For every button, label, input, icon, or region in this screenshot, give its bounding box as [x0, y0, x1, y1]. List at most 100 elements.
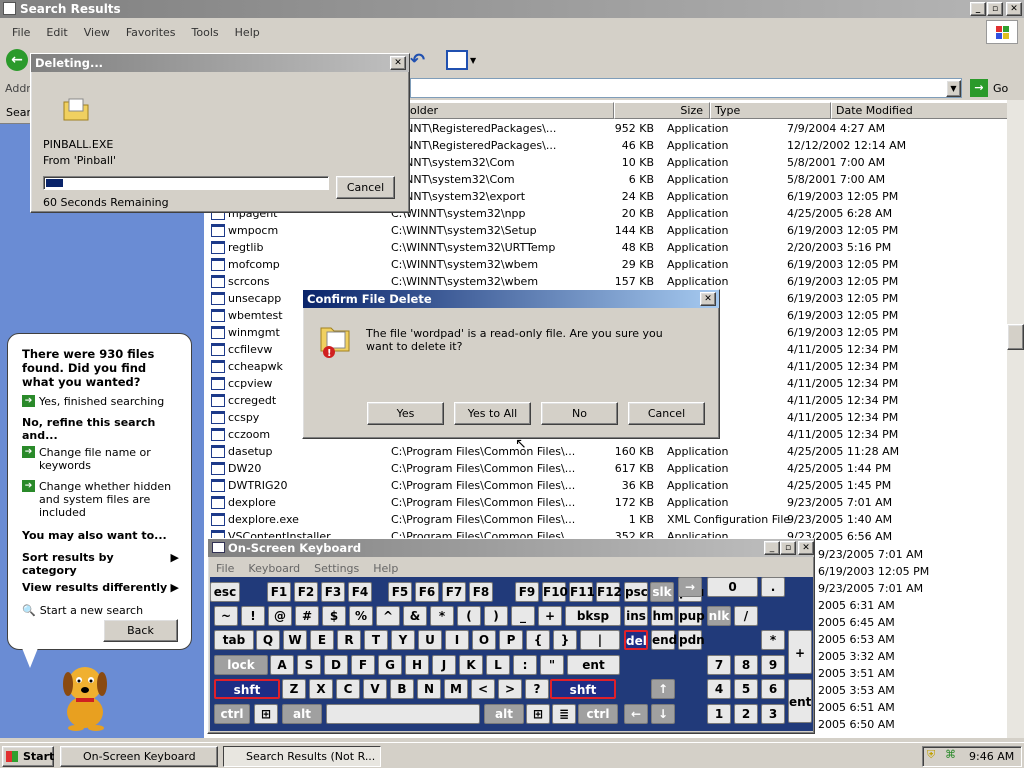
key-hm[interactable]: hm	[651, 606, 675, 626]
maximize-button[interactable]: ▫	[987, 2, 1003, 16]
key-5[interactable]: 5	[734, 679, 758, 699]
key-←[interactable]: ←	[624, 704, 648, 724]
key-F8[interactable]: F8	[469, 582, 493, 602]
key-:[interactable]: :	[513, 655, 537, 675]
key-%[interactable]: %	[349, 606, 373, 626]
key-0[interactable]: 0	[707, 577, 758, 597]
network-icon[interactable]: ⌘	[945, 748, 956, 761]
key-numpad-plus[interactable]: +	[788, 630, 812, 674]
key-numpad-enter[interactable]: ent	[788, 679, 812, 723]
key-⊞[interactable]: ⊞	[526, 704, 550, 724]
key-6[interactable]: 6	[761, 679, 785, 699]
key-J[interactable]: J	[432, 655, 456, 675]
key-F7[interactable]: F7	[442, 582, 466, 602]
key-F6[interactable]: F6	[415, 582, 439, 602]
table-row[interactable]: dexplore C:\Program Files\Common Files\..…	[204, 494, 1008, 511]
key-~[interactable]: ~	[214, 606, 238, 626]
key-8[interactable]: 8	[734, 655, 758, 675]
vertical-scrollbar[interactable]	[1007, 100, 1024, 738]
go-button[interactable]: Go	[993, 82, 1008, 95]
key-{[interactable]: {	[526, 630, 550, 650]
menu-tools[interactable]: Tools	[184, 26, 227, 39]
osk-menu-keyboard[interactable]: Keyboard	[248, 562, 300, 575]
table-row[interactable]: DWTRIG20 C:\Program Files\Common Files\..…	[204, 477, 1008, 494]
menu-file[interactable]: File	[4, 26, 38, 39]
key-?[interactable]: ?	[525, 679, 549, 699]
key-lock[interactable]: lock	[214, 655, 268, 675]
key-S[interactable]: S	[297, 655, 321, 675]
key-M[interactable]: M	[444, 679, 468, 699]
table-row[interactable]: dasetup C:\Program Files\Common Files\...…	[204, 443, 1008, 460]
table-row[interactable]: wmpocm C:\WINNT\system32\Setup 144 KB Appli…	[204, 222, 1008, 239]
key-3[interactable]: 3	[761, 704, 785, 724]
key-O[interactable]: O	[472, 630, 496, 650]
task-search-results[interactable]: Search Results (Not R...	[223, 746, 381, 767]
yes-to-all-button[interactable]: Yes to All	[454, 402, 531, 425]
key-)[interactable]: )	[484, 606, 508, 626]
table-row[interactable]: DW20 C:\Program Files\Common Files\... 617…	[204, 460, 1008, 477]
osk-minimize-button[interactable]: _	[764, 541, 780, 555]
key-alt[interactable]: alt	[484, 704, 524, 724]
back-arrow-icon[interactable]: ←	[6, 49, 28, 71]
address-input[interactable]	[410, 78, 962, 98]
key-↑[interactable]: ↑	[651, 679, 675, 699]
key-ins[interactable]: ins	[624, 606, 648, 626]
address-dropdown-icon[interactable]: ▼	[946, 80, 961, 97]
key-F10[interactable]: F10	[542, 582, 568, 602]
key-C[interactable]: C	[336, 679, 360, 699]
key-Y[interactable]: Y	[391, 630, 415, 650]
key-4[interactable]: 4	[707, 679, 731, 699]
key-G[interactable]: G	[378, 655, 402, 675]
minimize-button[interactable]: _	[970, 2, 986, 16]
views-dropdown-icon[interactable]: ▼	[470, 56, 476, 65]
key-B[interactable]: B	[390, 679, 414, 699]
key-tab[interactable]: tab	[214, 630, 254, 650]
key-F12[interactable]: F12	[596, 582, 622, 602]
key-2[interactable]: 2	[734, 704, 758, 724]
no-button[interactable]: No	[541, 402, 618, 425]
key-I[interactable]: I	[445, 630, 469, 650]
key-D[interactable]: D	[324, 655, 348, 675]
key-F11[interactable]: F11	[569, 582, 595, 602]
close-button[interactable]: ✕	[1006, 2, 1022, 16]
key-U[interactable]: U	[418, 630, 442, 650]
key-X[interactable]: X	[309, 679, 333, 699]
sort-results-option[interactable]: Sort results by category ▶	[22, 551, 179, 577]
key-F5[interactable]: F5	[388, 582, 412, 602]
menu-favorites[interactable]: Favorites	[118, 26, 184, 39]
key-<[interactable]: <	[471, 679, 495, 699]
key-|[interactable]: |	[580, 630, 620, 650]
key-F1[interactable]: F1	[267, 582, 291, 602]
table-row[interactable]: mofcomp C:\WINNT\system32\wbem 29 KB Applic…	[204, 256, 1008, 273]
key-ctrl[interactable]: ctrl	[214, 704, 250, 724]
shield-icon[interactable]: ⛨	[927, 748, 935, 762]
table-row[interactable]: dexplore.exe C:\Program Files\Common File…	[204, 511, 1008, 528]
back-button[interactable]: Back	[103, 619, 178, 642]
key-T[interactable]: T	[364, 630, 388, 650]
key-⊞[interactable]: ⊞	[254, 704, 278, 724]
task-on-screen-keyboard[interactable]: On-Screen Keyboard	[60, 746, 218, 767]
key-/[interactable]: /	[734, 606, 758, 626]
key-ent[interactable]: ent	[567, 655, 620, 675]
new-search-option[interactable]: 🔍 Start a new search	[22, 604, 179, 617]
menu-help[interactable]: Help	[227, 26, 268, 39]
key-#[interactable]: #	[295, 606, 319, 626]
key-1[interactable]: 1	[707, 704, 731, 724]
key-V[interactable]: V	[363, 679, 387, 699]
column-type[interactable]: Type	[710, 102, 831, 119]
key-^[interactable]: ^	[376, 606, 400, 626]
key-K[interactable]: K	[459, 655, 483, 675]
column-date[interactable]: Date Modified	[831, 102, 1008, 119]
key-([interactable]: (	[457, 606, 481, 626]
key-→[interactable]: →	[678, 577, 702, 597]
key-"[interactable]: "	[540, 655, 564, 675]
change-name-option[interactable]: ➔ Change file name or keywords	[22, 446, 179, 472]
key-&[interactable]: &	[403, 606, 427, 626]
key-7[interactable]: 7	[707, 655, 731, 675]
cancel-button[interactable]: Cancel	[628, 402, 705, 425]
view-results-option[interactable]: View results differently ▶	[22, 581, 179, 594]
key-ctrl[interactable]: ctrl	[578, 704, 618, 724]
change-hidden-option[interactable]: ➔ Change whether hidden and system files …	[22, 480, 179, 519]
go-arrow-icon[interactable]: →	[970, 79, 988, 97]
key-nlk[interactable]: nlk	[707, 606, 731, 626]
